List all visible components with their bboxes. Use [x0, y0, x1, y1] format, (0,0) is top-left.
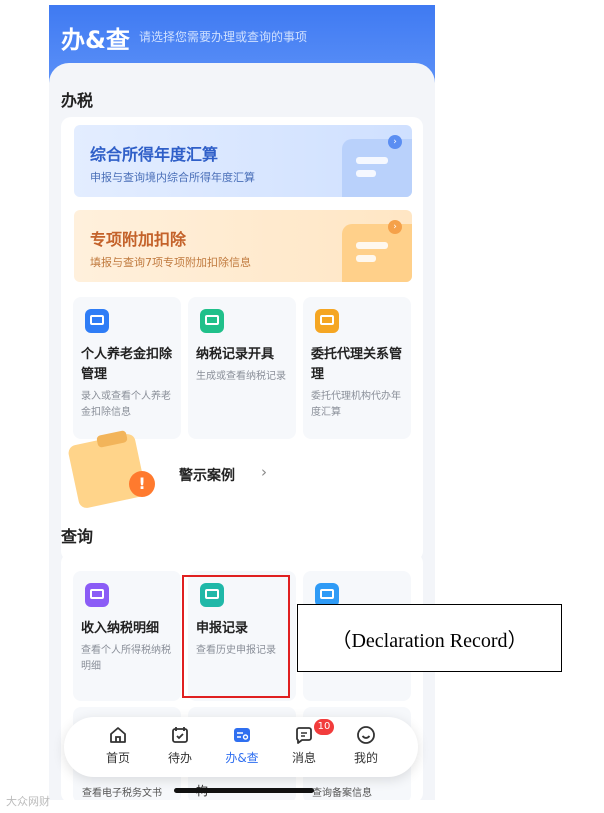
handshake-icon — [315, 309, 339, 333]
callout-label: （Declaration Record） — [297, 604, 562, 672]
tab-label: 办&查 — [225, 751, 259, 765]
tax-record-icon — [200, 309, 224, 333]
tile-title: 委托代理关系管理 — [311, 347, 403, 382]
tile-title: 收入纳税明细 — [81, 621, 160, 636]
task-search-icon — [234, 728, 250, 742]
page-title: 办&查 — [61, 26, 130, 54]
home-indicator[interactable] — [174, 788, 314, 793]
agency-relation-tile[interactable]: 委托代理关系管理 委托代理机构代办年度汇算 — [303, 297, 411, 439]
tab-label: 待办 — [167, 751, 192, 765]
clipboard-alert-icon: ! — [61, 430, 165, 510]
highlight-box — [182, 575, 290, 698]
home-icon — [110, 727, 126, 743]
chevron-right-icon: › — [261, 463, 267, 481]
tax-record-tile[interactable]: 纳税记录开具 生成或查看纳税记录 — [188, 297, 296, 439]
filing-query-desc: 查询备案信息 — [312, 788, 372, 799]
tile-description: 生成或查看纳税记录 — [196, 371, 286, 382]
chevron-right-icon: › — [388, 220, 402, 234]
wallet-icon — [85, 583, 109, 607]
tile-title: 个人养老金扣除管理 — [81, 347, 173, 382]
calculator-illustration-icon — [342, 139, 412, 197]
banner-subtitle: 填报与查询7项专项附加扣除信息 — [90, 256, 251, 269]
message-count-badge: 10 — [314, 719, 334, 735]
tab-home[interactable]: 首页 — [88, 725, 148, 766]
tab-todo[interactable]: 待办 — [150, 725, 210, 766]
tile-title: 纳税记录开具 — [196, 347, 275, 362]
warning-cases-row[interactable]: ! 警示案例 › — [61, 425, 423, 510]
tab-label: 首页 — [105, 751, 130, 765]
tab-label: 消息 — [291, 751, 316, 765]
calendar-check-icon — [172, 727, 188, 743]
banner-title: 综合所得年度汇算 — [90, 145, 219, 164]
page-subtitle: 请选择您需要办理或查询的事项 — [139, 30, 308, 44]
bottom-tab-bar: 首页 待办 办&查 消息 我的 — [64, 717, 418, 777]
banner-subtitle: 申报与查询境内综合所得年度汇算 — [90, 171, 255, 184]
tab-label: 我的 — [353, 751, 378, 765]
message-icon — [296, 727, 312, 744]
query-section-title: 查询 — [61, 527, 94, 546]
banner-title: 专项附加扣除 — [90, 230, 187, 249]
chevron-right-icon: › — [388, 135, 402, 149]
tile-description: 委托代理机构代办年度汇算 — [311, 391, 401, 418]
form-illustration-icon — [342, 224, 412, 282]
special-deduction-banner[interactable]: 专项附加扣除 填报与查询7项专项附加扣除信息 › — [74, 210, 412, 282]
smile-icon — [357, 726, 375, 744]
warning-cases-label: 警示案例 — [179, 468, 235, 484]
tile-description: 查看个人所得税纳税明细 — [81, 645, 171, 672]
tab-profile[interactable]: 我的 — [336, 725, 396, 766]
pension-deduction-tile[interactable]: 个人养老金扣除管理 录入或查看个人养老金扣除信息 — [73, 297, 181, 439]
e-document-desc: 查看电子税务文书 — [82, 788, 162, 799]
tax-section-title: 办税 — [61, 91, 94, 110]
tile-description: 录入或查看个人养老金扣除信息 — [81, 391, 171, 418]
income-tax-detail-tile[interactable]: 收入纳税明细 查看个人所得税纳税明细 — [73, 571, 181, 701]
watermark: 大众网财 — [6, 795, 50, 808]
pension-card-icon — [85, 309, 109, 333]
tab-do-query[interactable]: 办&查 — [212, 725, 272, 766]
annual-settlement-banner[interactable]: 综合所得年度汇算 申报与查询境内综合所得年度汇算 › — [74, 125, 412, 197]
